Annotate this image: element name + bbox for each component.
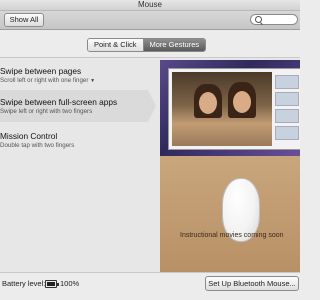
- person-face: [199, 92, 217, 114]
- preview-caption: Instructional movies coming soon: [180, 232, 284, 239]
- gesture-title: Swipe between full-screen apps: [0, 97, 118, 107]
- thumbnail: [275, 109, 299, 123]
- window-titlebar: Mouse: [0, 0, 300, 11]
- gesture-subtitle: Scroll left or right with one finger: [0, 77, 89, 84]
- fullscreen-app-window: [168, 68, 300, 150]
- desktop-background: [160, 60, 300, 156]
- search-icon: [255, 16, 262, 23]
- thumbnail: [275, 126, 299, 140]
- tab-bar: Point & Click More Gestures: [87, 38, 207, 52]
- gesture-title: Mission Control: [0, 131, 58, 141]
- toolbar: Show All: [0, 11, 300, 30]
- desk-surface: Instructional movies coming soon: [160, 156, 300, 272]
- gesture-mission-control[interactable]: Mission Control Double tap with two fing…: [0, 131, 152, 149]
- dropdown-arrow-icon[interactable]: ▼: [90, 78, 95, 84]
- status-bar: Battery level: 100% Set Up Bluetooth Mou…: [0, 274, 300, 300]
- gestures-panel: Swipe between pages Scroll left or right…: [0, 57, 300, 273]
- thumbnail: [275, 92, 299, 106]
- search-field[interactable]: [250, 14, 298, 25]
- battery-label: Battery level:: [2, 279, 46, 288]
- thumbnail-strip: [275, 75, 299, 143]
- gesture-subtitle: Swipe left or right with two fingers: [0, 108, 93, 115]
- person-face: [233, 91, 251, 113]
- show-all-button[interactable]: Show All: [4, 13, 44, 27]
- thumbnail: [275, 75, 299, 89]
- photo-image: [172, 72, 272, 146]
- setup-bluetooth-mouse-button[interactable]: Set Up Bluetooth Mouse...: [205, 276, 299, 291]
- gesture-subtitle: Double tap with two fingers: [0, 142, 75, 149]
- gesture-swipe-between-pages[interactable]: Swipe between pages Scroll left or right…: [0, 66, 152, 84]
- battery-icon: [45, 280, 59, 288]
- window-title: Mouse: [137, 0, 162, 9]
- gesture-title: Swipe between pages: [0, 66, 82, 76]
- tab-more-gestures[interactable]: More Gestures: [142, 39, 206, 51]
- battery-value: 100%: [60, 279, 80, 288]
- gesture-swipe-between-fullscreen-apps[interactable]: Swipe between full-screen apps Swipe lef…: [0, 97, 152, 115]
- gesture-preview: Instructional movies coming soon: [160, 60, 300, 272]
- tab-point-and-click[interactable]: Point & Click: [88, 39, 143, 51]
